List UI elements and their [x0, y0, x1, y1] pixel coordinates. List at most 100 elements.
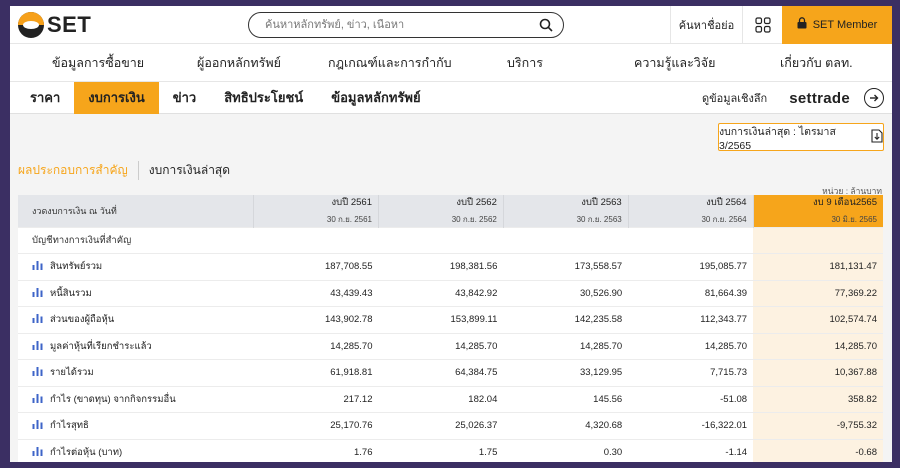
row-label: กำไรต่อหุ้น (บาท)	[50, 447, 123, 458]
page-frame: SET ค้นหาชื่อย่อ SET Member ข้อมูลการซื้…	[10, 6, 892, 462]
bar-chart-icon[interactable]	[32, 287, 44, 300]
latest-statement-label: งบการเงินล่าสุด : ไตรมาส 3/2565	[719, 125, 836, 152]
member-label: SET Member	[812, 18, 878, 31]
tab-key-results[interactable]: ผลประกอบการสำคัญ	[18, 161, 139, 180]
value-cell: 14,285.70	[378, 332, 504, 360]
table-row: สินทรัพย์รวม 187,708.55 198,381.56 173,558.…	[18, 253, 883, 280]
value-cell: -51.08	[628, 385, 754, 413]
value-cell: 14,285.70	[753, 332, 883, 360]
search-box[interactable]	[248, 11, 564, 38]
row-label: มูลค่าหุ้นที่เรียกชำระแล้ว	[50, 340, 152, 352]
value-cell: 25,026.37	[378, 412, 504, 439]
content-area: งบการเงินล่าสุด : ไตรมาส 3/2565 ผลประกอบ…	[10, 114, 892, 462]
value-cell: -1.14	[628, 438, 754, 462]
table-row: ส่วนของผู้ถือหุ้น 143,902.78 153,899.11 142…	[18, 306, 883, 333]
value-cell: 25,170.76	[253, 412, 379, 439]
nav-knowledge[interactable]: ความรู้และวิจัย	[634, 44, 715, 82]
bar-chart-icon[interactable]	[32, 260, 44, 273]
download-icon	[871, 128, 883, 146]
value-cell: 181,131.47	[753, 253, 883, 280]
section-label: บัญชีทางการเงินที่สำคัญ	[18, 226, 254, 254]
set-member-button[interactable]: SET Member	[782, 6, 892, 44]
content-tabs: ผลประกอบการสำคัญ งบการเงินล่าสุด	[18, 161, 230, 180]
tab-latest-statement[interactable]: งบการเงินล่าสุด	[139, 161, 230, 180]
logo-text: SET	[47, 11, 92, 37]
table-row: มูลค่าหุ้นที่เรียกชำระแล้ว 14,285.70 14,28…	[18, 332, 883, 360]
bar-chart-icon[interactable]	[32, 393, 44, 406]
value-cell: 4,320.68	[503, 412, 629, 439]
value-cell: 43,842.92	[378, 279, 504, 307]
value-cell: 30,526.90	[503, 279, 629, 307]
search-icon[interactable]	[537, 16, 555, 34]
value-cell: 14,285.70	[628, 332, 754, 360]
apps-grid-icon[interactable]	[742, 6, 782, 44]
value-cell: 81,664.39	[628, 279, 754, 307]
nav-issuers[interactable]: ผู้ออกหลักทรัพย์	[197, 44, 281, 82]
nav-regulations[interactable]: กฎเกณฑ์และการกำกับ	[328, 44, 452, 82]
value-cell: 14,285.70	[503, 332, 629, 360]
sub-nav: ราคา งบการเงิน ข่าว สิทธิประโยชน์ ข้อมูล…	[10, 81, 892, 114]
set-logo[interactable]: SET	[18, 11, 248, 38]
value-cell: 102,574.74	[753, 306, 883, 333]
logo-mark	[18, 11, 44, 38]
value-cell: 1.75	[378, 438, 504, 462]
value-cell: 187,708.55	[253, 253, 379, 280]
bar-chart-icon[interactable]	[32, 446, 44, 459]
column-header: งบปี 2561 30 ก.ย. 2561	[253, 195, 379, 227]
nav-about[interactable]: เกี่ยวกับ ตลท.	[780, 44, 853, 82]
table-row: กำไรต่อหุ้น (บาท) 1.76 1.75 0.30 -1.14 -0.68	[18, 438, 883, 462]
settrade-logo: settrade	[789, 90, 850, 107]
nav-services[interactable]: บริการ	[507, 44, 543, 82]
value-cell: -0.68	[753, 438, 883, 462]
value-cell: 64,384.75	[378, 359, 504, 386]
deep-data-link[interactable]: ดูข้อมูลเชิงลึก settrade	[702, 82, 892, 114]
column-header: งบปี 2562 30 ก.ย. 2562	[378, 195, 504, 227]
bar-chart-icon[interactable]	[32, 340, 44, 353]
search-input[interactable]	[265, 18, 537, 31]
row-label: ส่วนของผู้ถือหุ้น	[50, 314, 115, 326]
financial-table: งวดงบการเงิน ณ วันที่ งบปี 2561 30 ก.ย. 2…	[18, 195, 883, 462]
value-cell: 153,899.11	[378, 306, 504, 333]
row-label: หนี้สินรวม	[50, 287, 92, 299]
bar-chart-icon[interactable]	[32, 366, 44, 379]
top-bar: SET ค้นหาชื่อย่อ SET Member	[10, 6, 892, 44]
column-header-current: งบ 9 เดือน2565 30 มิ.ย. 2565	[752, 195, 883, 227]
value-cell: 358.82	[753, 385, 883, 413]
tab-price[interactable]: ราคา	[10, 82, 74, 114]
row-label: กำไร (ขาดทุน) จากกิจกรรมอื่น	[50, 393, 176, 405]
value-cell: 143,902.78	[253, 306, 379, 333]
value-cell: 61,918.81	[253, 359, 379, 386]
tab-news[interactable]: ข่าว	[159, 82, 211, 114]
lock-icon	[797, 17, 807, 32]
value-cell: 14,285.70	[253, 332, 379, 360]
quote-search-link[interactable]: ค้นหาชื่อย่อ	[670, 6, 742, 44]
settrade-suffix: trade	[811, 89, 850, 107]
row-label: รายได้รวม	[50, 367, 94, 379]
row-label: สินทรัพย์รวม	[50, 261, 103, 273]
value-cell: 145.56	[503, 385, 629, 413]
nav-trading-data[interactable]: ข้อมูลการซื้อขาย	[52, 44, 144, 82]
value-cell: 195,085.77	[628, 253, 754, 280]
value-cell: 182.04	[378, 385, 504, 413]
value-cell: 10,367.88	[753, 359, 883, 386]
value-cell: 142,235.58	[503, 306, 629, 333]
settrade-prefix: set	[789, 89, 812, 107]
value-cell: 33,129.95	[503, 359, 629, 386]
value-cell: 77,369.22	[753, 279, 883, 307]
bar-chart-icon[interactable]	[32, 419, 44, 432]
deep-data-label: ดูข้อมูลเชิงลึก	[701, 93, 768, 105]
value-cell: -16,322.01	[628, 412, 754, 439]
main-nav: ข้อมูลการซื้อขาย ผู้ออกหลักทรัพย์ กฎเกณฑ…	[10, 44, 892, 82]
value-cell: 112,343.77	[628, 306, 754, 333]
value-cell: -9,755.32	[753, 412, 883, 439]
value-cell: 173,558.57	[503, 253, 629, 280]
tab-financials[interactable]: งบการเงิน	[74, 81, 159, 114]
arrow-right-icon[interactable]	[864, 88, 884, 108]
bar-chart-icon[interactable]	[32, 313, 44, 326]
tab-rights[interactable]: สิทธิประโยชน์	[210, 82, 317, 114]
latest-statement-button[interactable]: งบการเงินล่าสุด : ไตรมาส 3/2565	[718, 123, 884, 152]
value-cell: 0.30	[503, 438, 629, 462]
tab-security-info[interactable]: ข้อมูลหลักทรัพย์	[317, 82, 434, 114]
table-row: หนี้สินรวม 43,439.43 43,842.92 30,526.90 81,…	[18, 279, 883, 307]
table-row: กำไรสุทธิ 25,170.76 25,026.37 4,320.68 -16,3…	[18, 412, 883, 439]
